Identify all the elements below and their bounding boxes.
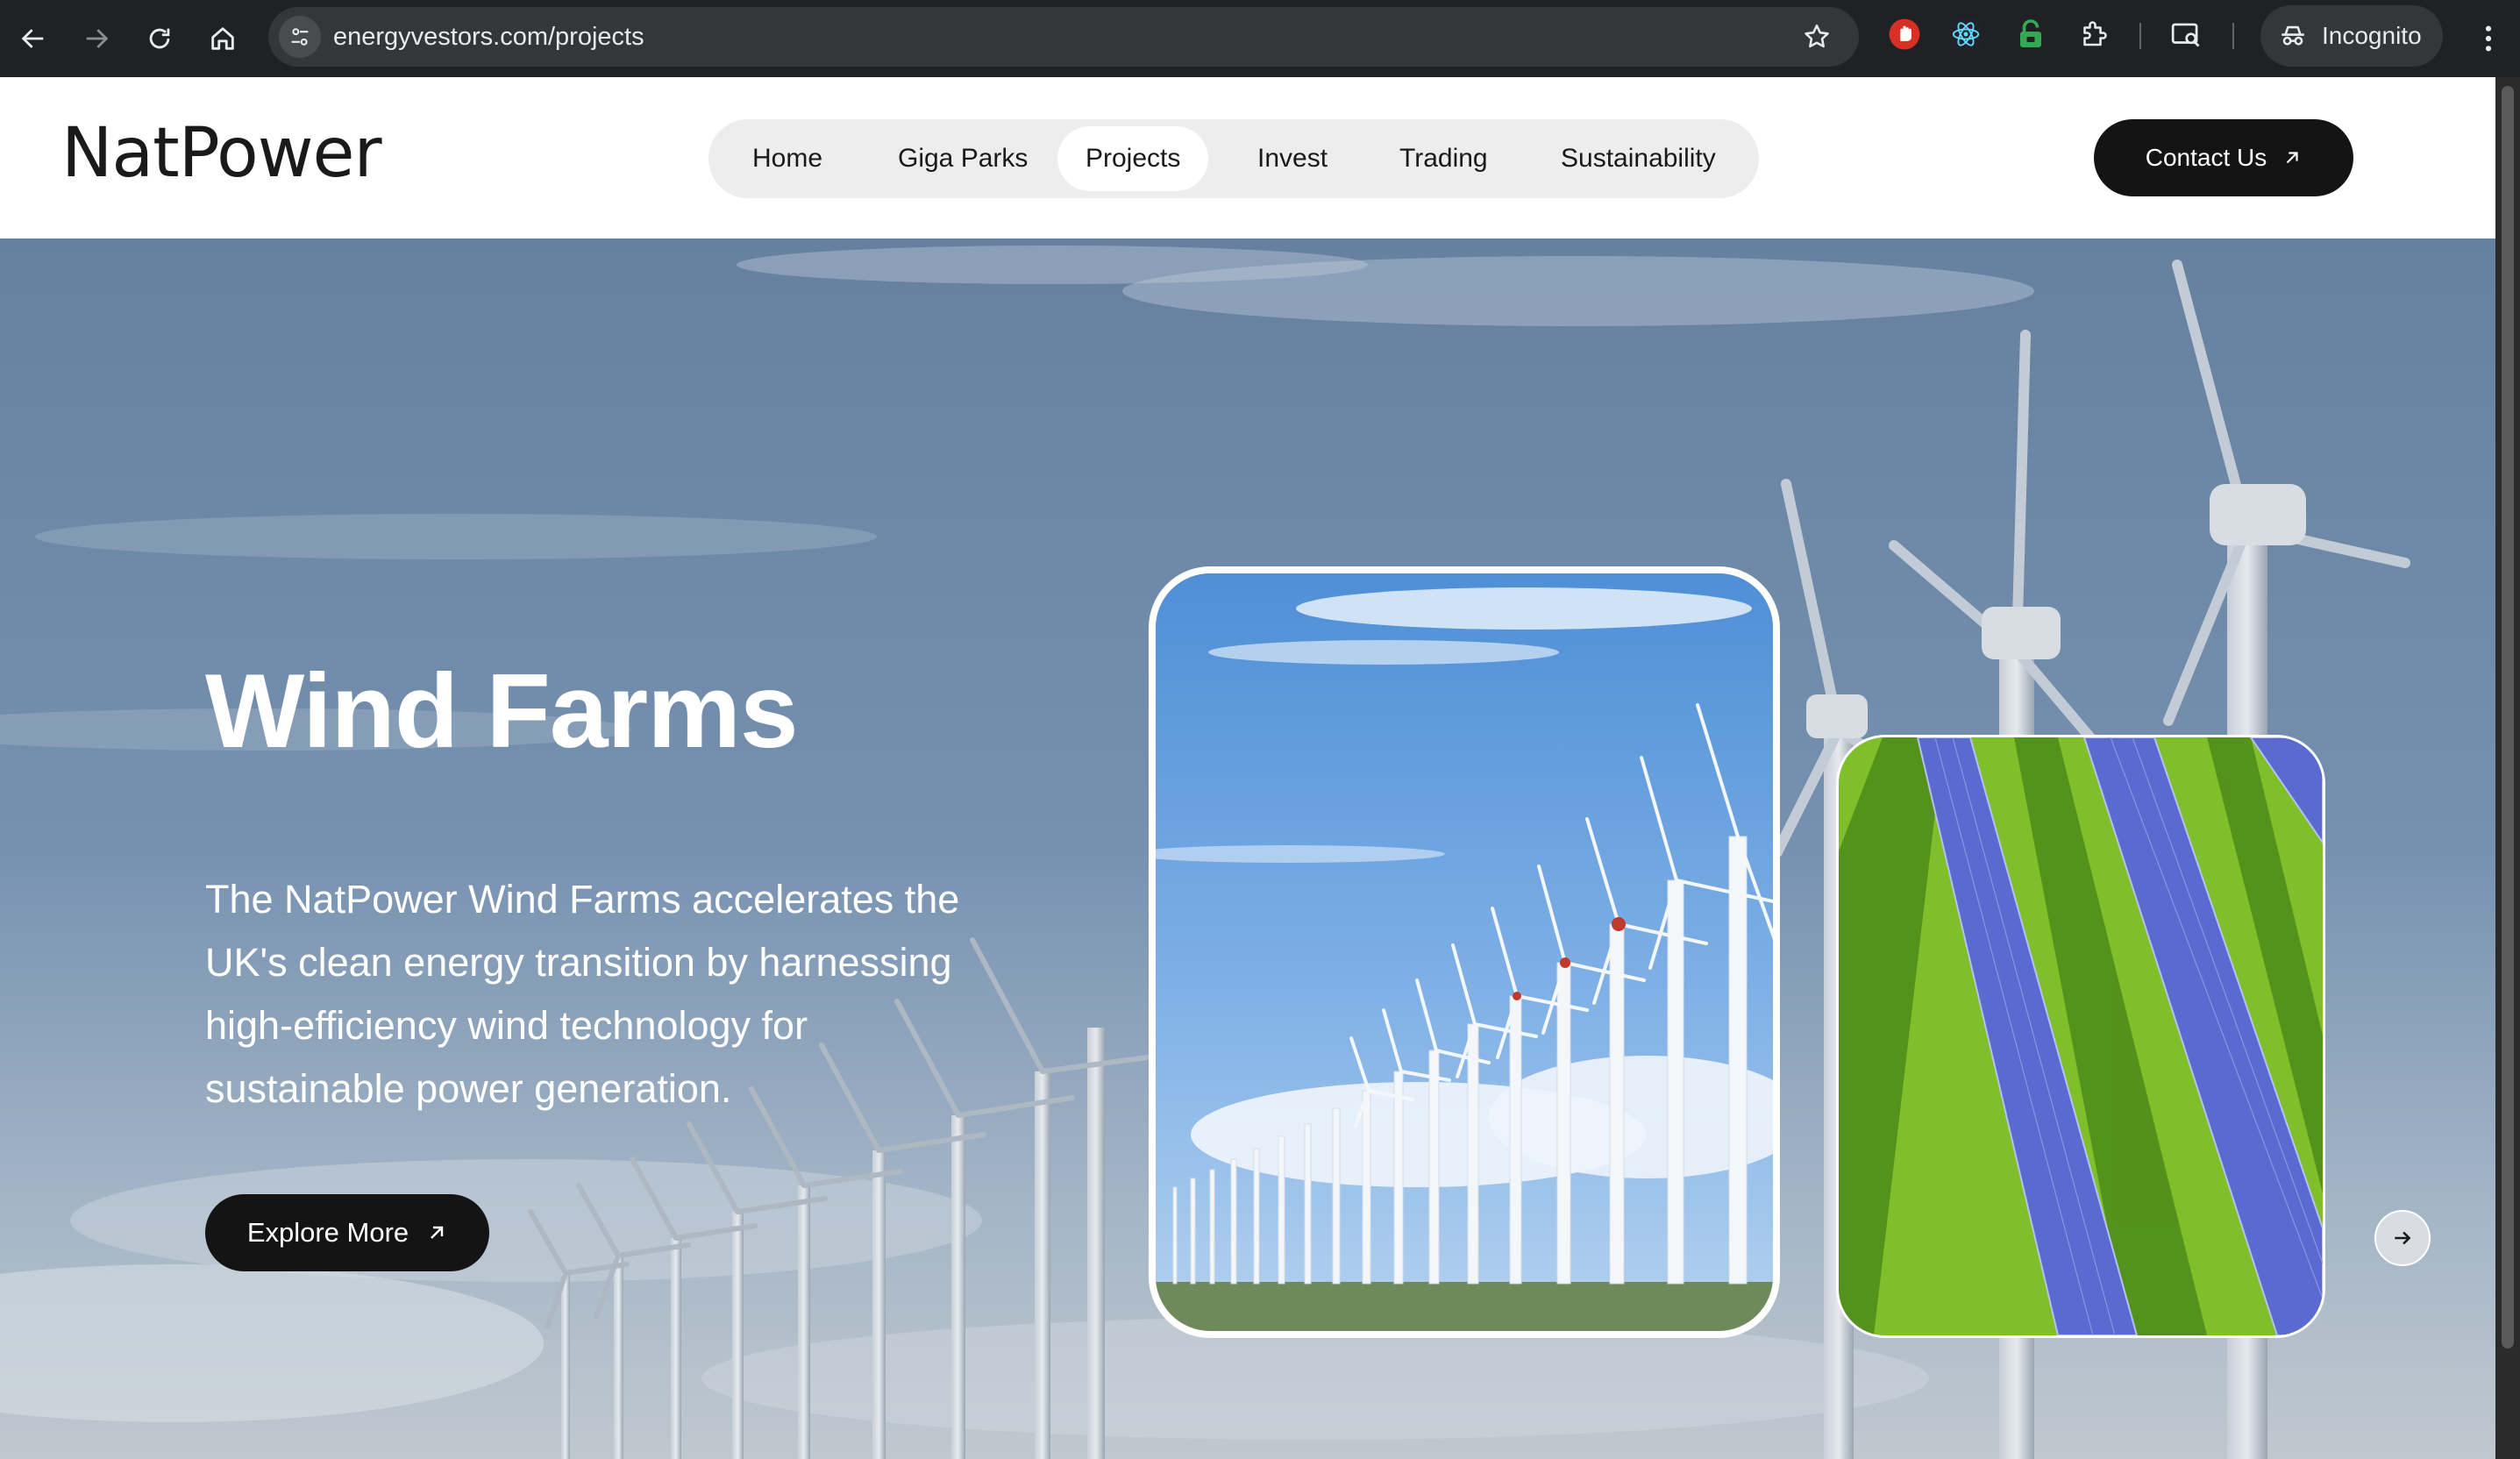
scrollbar-thumb[interactable]: [2502, 86, 2514, 1349]
nav-item-projects[interactable]: Projects: [1057, 126, 1209, 191]
incognito-indicator[interactable]: Incognito: [2260, 5, 2443, 67]
hero-title: Wind Farms: [205, 652, 799, 770]
contact-us-label: Contact Us: [2145, 144, 2267, 171]
bookmark-button[interactable]: [1799, 19, 1834, 54]
extension-red-icon: [1889, 18, 1920, 50]
extension-red-button[interactable]: [1887, 17, 1922, 52]
solar-farm-image: [1839, 737, 2323, 1335]
hero-description: The NatPower Wind Farms accelerates the …: [205, 877, 960, 1111]
site-header: NatPower Home Giga Parks Projects Invest…: [0, 77, 2495, 238]
toolbar-divider: [2139, 23, 2141, 49]
browser-toolbar: energyvestors.com/projects Incognito: [0, 0, 2520, 77]
nav-item-invest[interactable]: Invest: [1229, 126, 1356, 191]
nav-item-home[interactable]: Home: [724, 126, 851, 191]
arrow-up-right-icon: [2286, 152, 2298, 164]
wind-farm-card[interactable]: [1149, 566, 1780, 1338]
back-button[interactable]: [7, 12, 60, 65]
address-bar[interactable]: energyvestors.com/projects: [268, 7, 1859, 67]
home-icon: [211, 27, 234, 50]
nav-item-sustainability[interactable]: Sustainability: [1533, 126, 1744, 191]
nav-item-giga-parks[interactable]: Giga Parks: [870, 126, 1056, 191]
extension-green-button[interactable]: [2013, 17, 2048, 52]
bookmark-star-icon: [1805, 24, 1829, 48]
page-scrollbar[interactable]: [2495, 77, 2520, 1459]
tab-search-button[interactable]: [2169, 17, 2204, 52]
incognito-icon: [2282, 25, 2304, 46]
incognito-label: Incognito: [2322, 22, 2422, 49]
main-nav: Home Giga Parks Projects Invest Trading …: [708, 119, 1759, 198]
extension-react-icon: [1950, 18, 1982, 50]
explore-more-button[interactable]: Explore More: [205, 1194, 489, 1271]
natpower-logo[interactable]: NatPower: [61, 114, 382, 193]
back-arrow-icon: [21, 29, 44, 48]
reload-button[interactable]: [133, 12, 186, 65]
browser-menu-button[interactable]: [2469, 12, 2508, 65]
kebab-menu-icon: [2485, 25, 2492, 52]
carousel-next-button[interactable]: [2374, 1210, 2431, 1266]
extension-green-lock-icon: [2020, 19, 2041, 47]
url-text[interactable]: energyvestors.com/projects: [333, 7, 644, 67]
arrow-right-icon: [2395, 1231, 2411, 1245]
wind-farm-image: [1156, 573, 1773, 1331]
site-settings-button[interactable]: [279, 16, 321, 58]
site-settings-icon: [291, 28, 309, 46]
extension-react-button[interactable]: [1948, 17, 1983, 52]
nav-item-trading[interactable]: Trading: [1371, 126, 1516, 191]
explore-more-label: Explore More: [246, 1217, 409, 1248]
tab-search-icon: [2171, 23, 2200, 47]
home-button[interactable]: [196, 12, 249, 65]
forward-button[interactable]: [70, 12, 123, 65]
contact-us-button[interactable]: Contact Us: [2094, 119, 2353, 196]
arrow-up-right-icon: [431, 1226, 444, 1239]
toolbar-divider: [2232, 23, 2234, 49]
forward-arrow-icon: [86, 29, 109, 48]
extensions-puzzle-icon: [2083, 21, 2107, 46]
solar-farm-card[interactable]: [1836, 735, 2325, 1338]
reload-icon: [149, 28, 170, 49]
extensions-button[interactable]: [2076, 17, 2111, 52]
hero-section: Wind Farms The NatPower Wind Farms accel…: [0, 238, 2495, 1459]
